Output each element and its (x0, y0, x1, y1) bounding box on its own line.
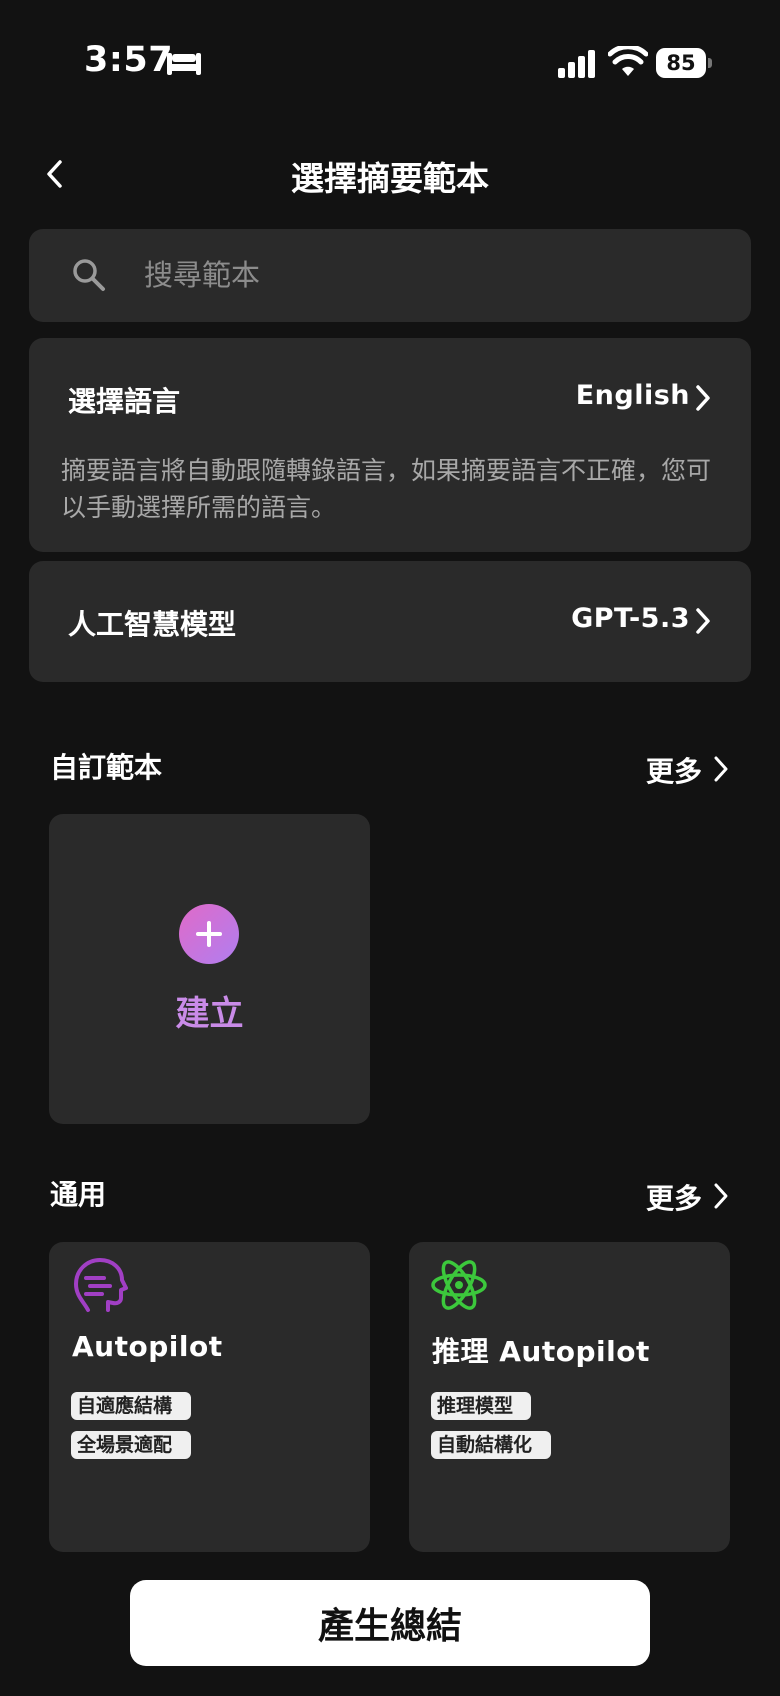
chevron-right-icon[interactable] (694, 607, 712, 635)
language-value[interactable]: English (576, 380, 690, 411)
chevron-right-icon[interactable] (712, 755, 730, 783)
custom-templates-heading: 自訂範本 (50, 751, 163, 784)
ai-model-label: 人工智慧模型 (68, 608, 237, 641)
language-description: 摘要語言將自動跟隨轉錄語言，如果摘要語言不正確，您可以手動選擇所需的語言。 (61, 456, 712, 522)
page-title: 選擇摘要範本 (291, 159, 489, 198)
ai-head-icon (74, 1258, 128, 1312)
template-name: 推理 Autopilot (432, 1335, 650, 1368)
general-more-link[interactable]: 更多 (646, 1177, 702, 1217)
custom-more-link[interactable]: 更多 (646, 750, 702, 790)
chevron-right-icon[interactable] (712, 1182, 730, 1210)
search-input[interactable] (144, 252, 704, 298)
sleep-bed-icon (167, 53, 201, 75)
general-templates-heading: 通用 (50, 1178, 107, 1211)
language-label: 選擇語言 (68, 385, 181, 418)
chevron-right-icon[interactable] (694, 384, 712, 412)
cellular-signal-icon (558, 50, 595, 78)
template-tag: 全場景適配 (71, 1431, 191, 1459)
create-label[interactable]: 建立 (49, 986, 370, 1035)
battery-indicator: 85 (656, 48, 712, 78)
status-time: 3:57 (84, 40, 174, 80)
wifi-icon (608, 46, 648, 76)
create-template-card[interactable] (49, 814, 370, 1124)
template-tag: 自動結構化 (431, 1431, 551, 1459)
template-name: Autopilot (72, 1330, 223, 1363)
plus-icon[interactable] (179, 904, 239, 964)
ai-model-value[interactable]: GPT-5.3 (571, 603, 690, 634)
battery-tip (708, 58, 712, 68)
search-icon (73, 259, 105, 291)
generate-summary-button[interactable]: 產生總結 (130, 1580, 650, 1666)
atom-icon (431, 1260, 487, 1310)
battery-level: 85 (656, 48, 706, 78)
template-tag: 推理模型 (431, 1392, 531, 1420)
template-tag: 自適應結構 (71, 1392, 191, 1420)
